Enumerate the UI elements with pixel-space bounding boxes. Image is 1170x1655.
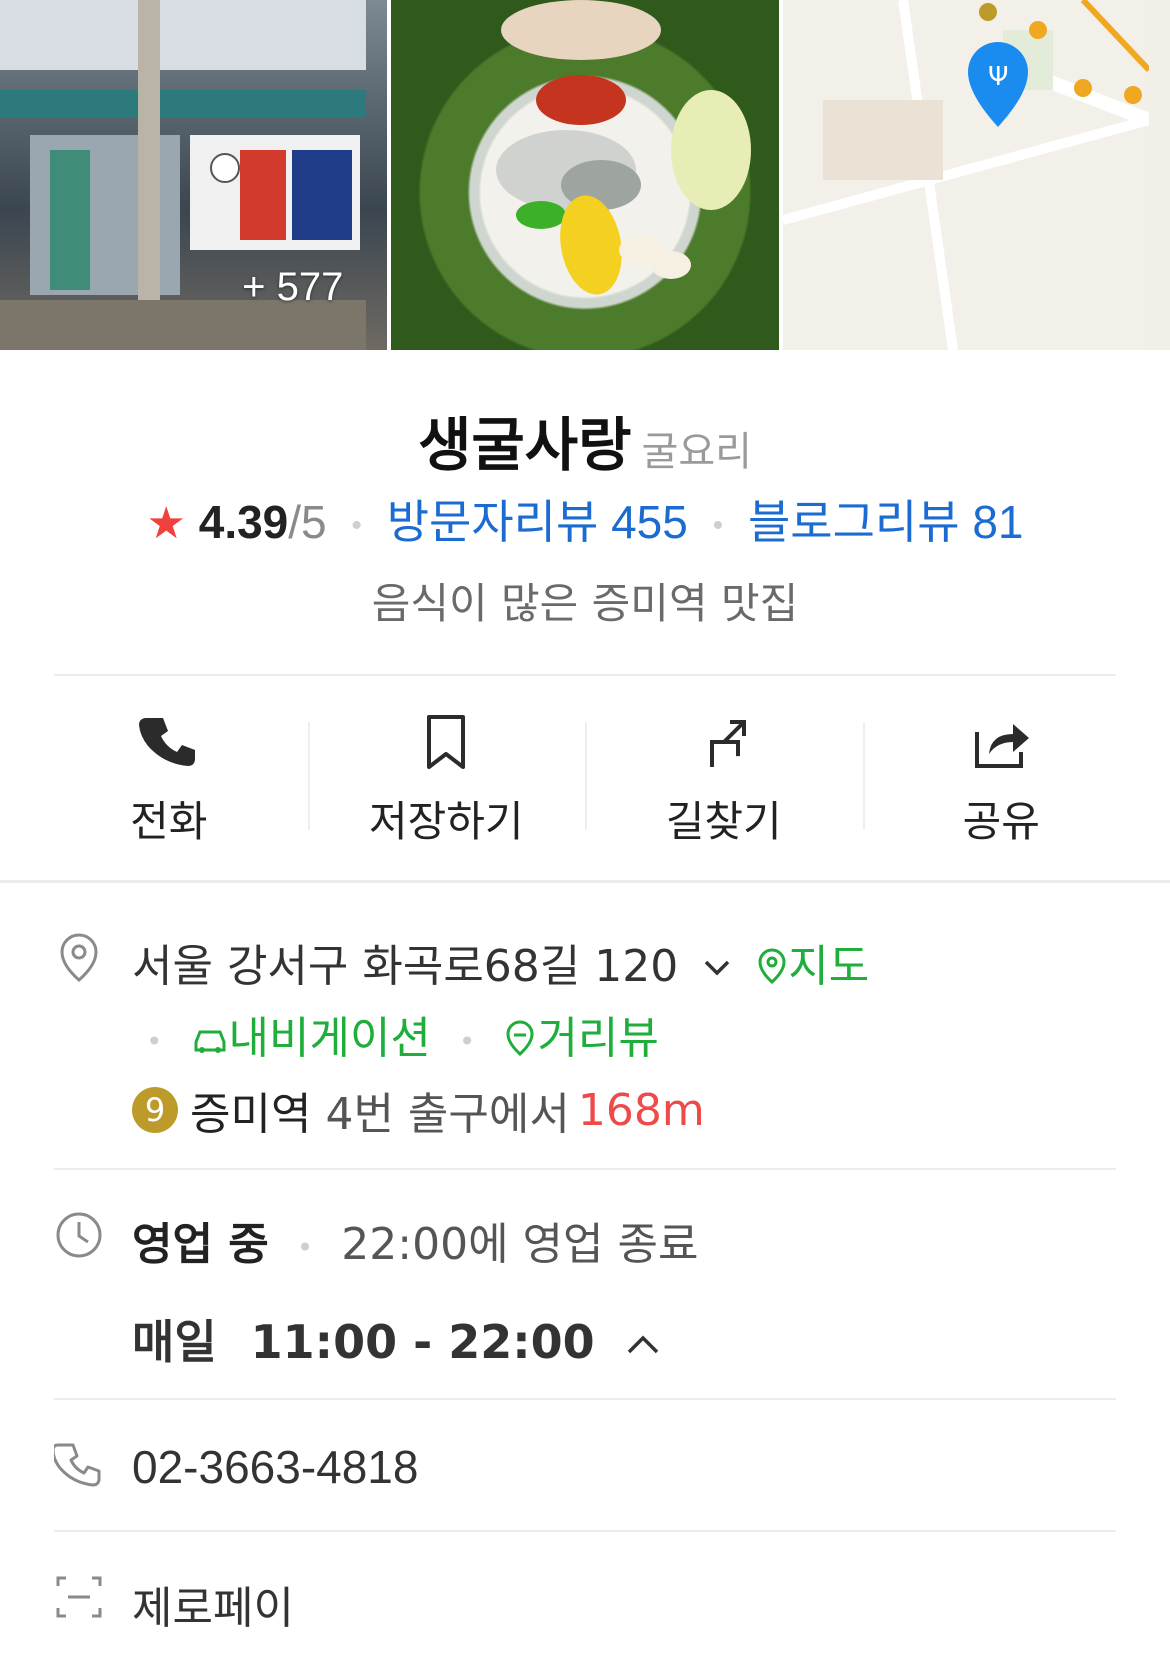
food-illustration: [496, 0, 752, 295]
call-button[interactable]: 전화: [30, 700, 308, 850]
rating-score: 4.39: [198, 496, 289, 548]
svg-text:Ψ: Ψ: [988, 62, 1008, 92]
place-name: 생굴사랑: [418, 411, 632, 479]
address-text[interactable]: 서울 강서구 화곡로68길 120: [132, 941, 678, 992]
map-pin-icon: [758, 948, 786, 985]
subway-line-badge: 9: [132, 1087, 178, 1133]
bookmark-icon: [427, 715, 466, 769]
map-link-label: 지도: [788, 941, 870, 992]
action-bar: 전화 저장하기 길찾기 공유: [30, 700, 1140, 850]
more-photos-count[interactable]: + 577: [242, 265, 343, 310]
street-view-icon: [506, 1020, 534, 1057]
visitor-reviews-link[interactable]: 방문자리뷰 455: [387, 496, 688, 548]
share-label: 공유: [962, 797, 1040, 846]
closing-time: 22:00에 영업 종료: [341, 1219, 699, 1270]
blog-reviews-link[interactable]: 블로그리뷰 81: [748, 496, 1024, 548]
separator-dot: •: [712, 508, 724, 542]
star-icon: ★: [146, 499, 186, 548]
place-description: 음식이 많은 증미역 맛집: [371, 579, 799, 628]
directions-label: 길찾기: [665, 797, 782, 846]
map-thumbnail[interactable]: Ψ: [782, 0, 1170, 350]
station-exit: 4번 출구에서: [325, 1089, 570, 1140]
photo-strip: + 577 Ψ: [0, 0, 1170, 350]
daily-hours-row[interactable]: 매일 11:00 - 22:00: [132, 1306, 663, 1373]
car-icon: [194, 1030, 226, 1053]
rating-row: ★ 4.39/5 • 방문자리뷰 455 • 블로그리뷰 81: [0, 486, 1170, 552]
zero-pay-label: 제로페이: [132, 1583, 294, 1634]
rating-max: /5: [288, 496, 327, 548]
chevron-up-icon[interactable]: [623, 1319, 663, 1373]
open-status: 영업 중: [132, 1219, 269, 1270]
daily-hours: 11:00 - 22:00: [250, 1315, 595, 1369]
storefront-photo[interactable]: + 577: [0, 0, 388, 350]
food-photo[interactable]: [391, 0, 779, 350]
section-divider: [0, 880, 1170, 883]
directions-button[interactable]: 길찾기: [585, 700, 863, 850]
map-link[interactable]: 지도: [756, 941, 869, 992]
chevron-down-icon[interactable]: [700, 944, 734, 995]
separator-dot: •: [351, 508, 362, 542]
divider: [54, 1398, 1116, 1400]
address-row: 서울 강서구 화곡로68길 120 지도: [132, 930, 869, 995]
address-links-row: • 내비게이션 • 거리뷰: [132, 1002, 659, 1066]
navigation-label: 내비게이션: [228, 1013, 431, 1064]
street-view-link[interactable]: 거리뷰: [503, 1013, 659, 1064]
divider: [54, 1530, 1116, 1532]
clock-icon: [56, 1212, 102, 1258]
save-label: 저장하기: [368, 797, 524, 846]
divider: [54, 1168, 1116, 1170]
phone-outline-icon: [54, 1443, 101, 1487]
station-name: 증미역: [190, 1089, 312, 1140]
call-label: 전화: [130, 797, 208, 846]
save-button[interactable]: 저장하기: [307, 700, 586, 850]
phone-number[interactable]: 02-3663-4818: [132, 1440, 418, 1494]
separator-dot: •: [296, 1230, 314, 1264]
phone-icon: [138, 718, 195, 766]
scan-icon: [56, 1576, 102, 1618]
separator-dot: •: [146, 1024, 163, 1058]
subway-row: 9 증미역 4번 출구에서 168m: [132, 1078, 705, 1142]
map-illustration: Ψ: [782, 0, 1152, 350]
street-view-label: 거리뷰: [537, 1013, 659, 1064]
directions-icon: [709, 720, 746, 767]
divider: [54, 674, 1116, 676]
separator-dot: •: [458, 1024, 476, 1058]
daily-label: 매일: [132, 1315, 217, 1369]
navigation-link[interactable]: 내비게이션: [191, 1013, 445, 1064]
place-category: 굴요리: [641, 429, 752, 475]
station-distance: 168m: [577, 1084, 705, 1136]
location-pin-icon: [60, 933, 98, 982]
hours-status-row[interactable]: 영업 중 • 22:00에 영업 종료: [132, 1208, 698, 1272]
title-row: 생굴사랑 굴요리: [0, 398, 1170, 482]
share-button[interactable]: 공유: [862, 700, 1141, 850]
share-icon: [975, 724, 1030, 768]
